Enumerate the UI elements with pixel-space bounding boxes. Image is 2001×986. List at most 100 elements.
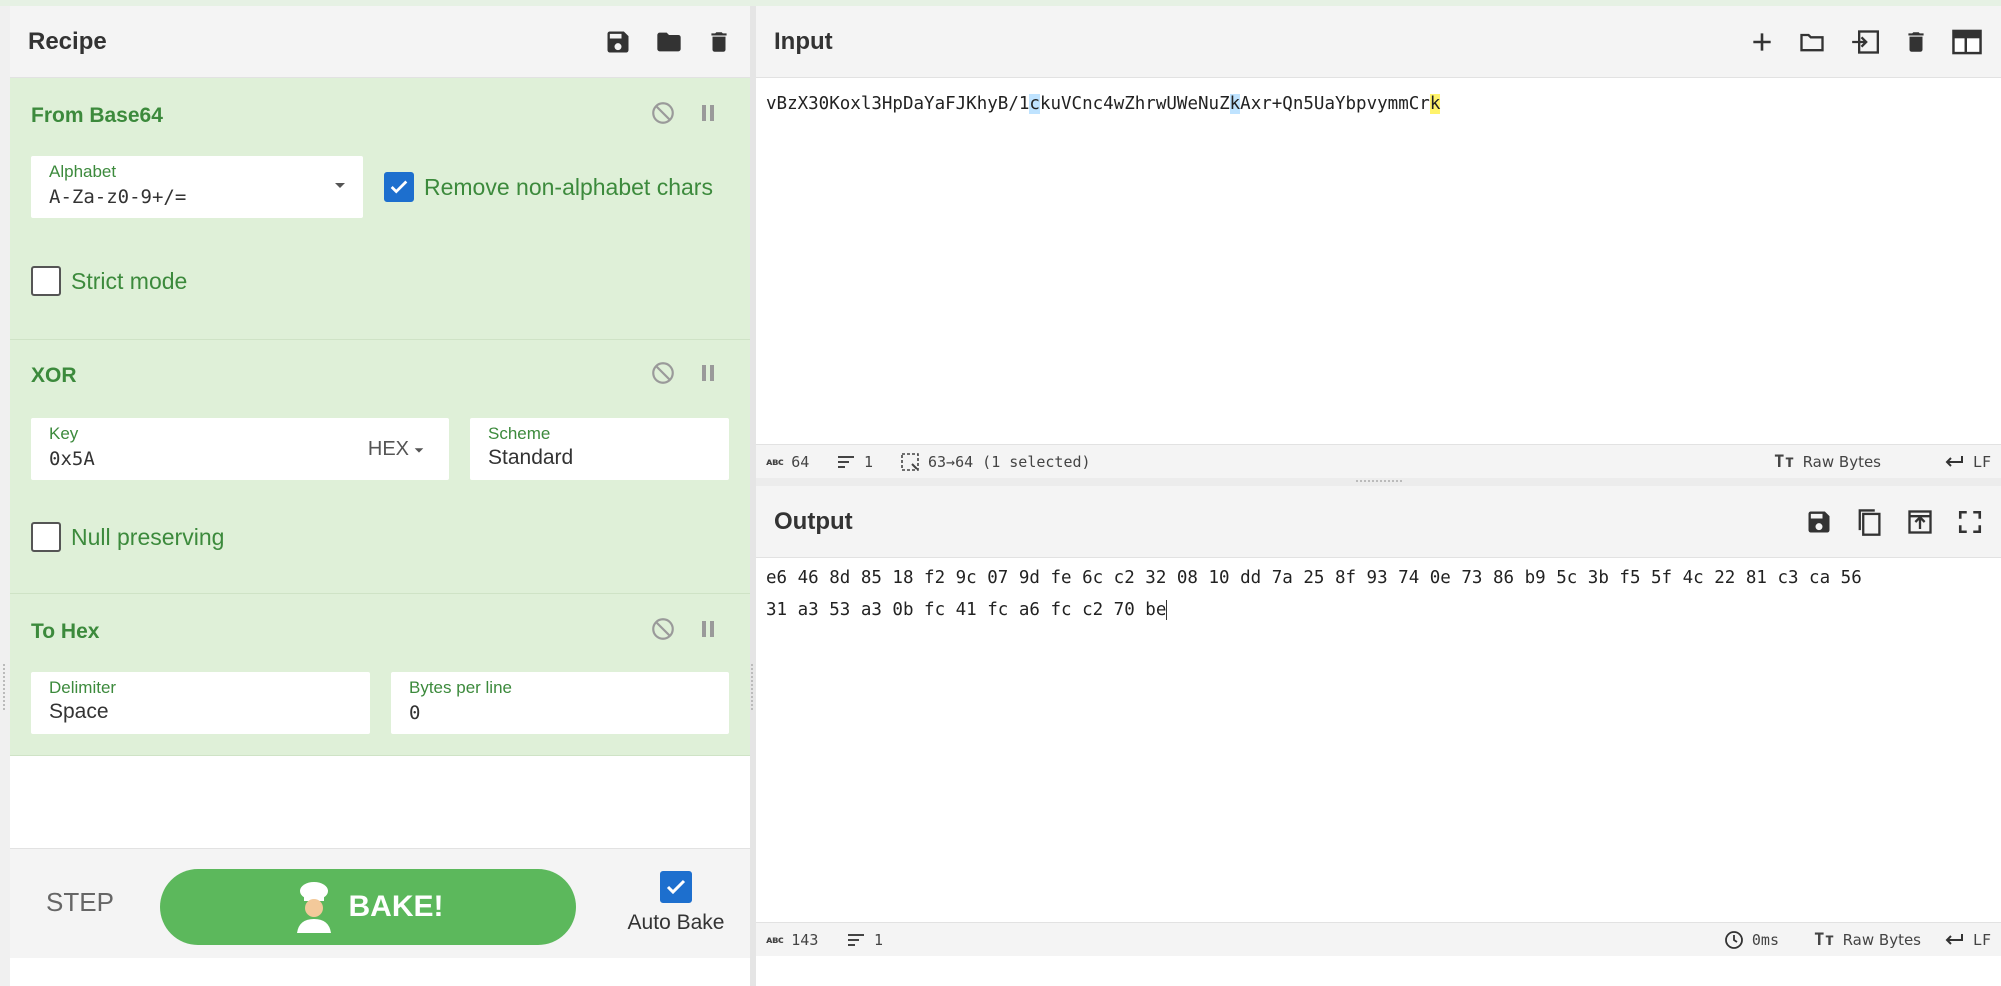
checkbox-checked-icon[interactable] — [384, 172, 414, 202]
output-title: Output — [774, 507, 853, 535]
operation-from-base64[interactable]: From Base64 Alphabet A-Za-z0-9+/= Remove… — [10, 78, 750, 340]
output-eol-value: LF — [1972, 931, 1991, 949]
scheme-value: Standard — [488, 446, 574, 469]
plus-icon[interactable] — [1749, 29, 1775, 55]
disable-icon[interactable] — [650, 100, 676, 126]
save-icon[interactable] — [1805, 508, 1833, 536]
return-icon — [1945, 934, 1963, 945]
output-encoding-value: Raw Bytes — [1842, 931, 1921, 949]
input-eol[interactable]: LF — [1943, 445, 1991, 479]
input-encoding[interactable]: Tт Raw Bytes — [1774, 445, 1881, 479]
input-panel: Input vBzX30Koxl3HpDaYaFJKhyB/1ckuVCnc4w… — [756, 6, 2001, 478]
recipe-header: Recipe — [10, 6, 750, 78]
pause-icon[interactable] — [698, 618, 718, 640]
lines-icon — [848, 934, 864, 946]
input-eol-value: LF — [1972, 453, 1991, 471]
checkbox-unchecked-icon[interactable] — [31, 522, 61, 552]
input-selection-value: 63→64 (1 selected) — [928, 453, 1091, 471]
text-format-icon: Tт — [1814, 930, 1835, 950]
lines-icon — [838, 456, 854, 468]
replace-input-icon[interactable] — [1905, 508, 1935, 536]
splitter-grip[interactable] — [1356, 480, 1402, 482]
output-line: 31 a3 53 a3 0b fc 41 fc a6 fc c2 70 be — [766, 600, 1167, 620]
key-value: 0x5A — [49, 448, 95, 470]
scheme-select[interactable]: Scheme Standard — [470, 418, 729, 480]
output-encoding[interactable]: Tт Raw Bytes — [1814, 923, 1921, 957]
strict-mode-toggle[interactable]: Strict mode — [31, 266, 187, 296]
output-lines: 1 — [846, 923, 883, 957]
input-statusbar: ᴀʙᴄ 64 1 63→64 (1 selected) Tт Raw Bytes… — [756, 444, 2001, 478]
null-preserving-toggle[interactable]: Null preserving — [31, 522, 224, 552]
bake-button[interactable]: BAKE! — [160, 869, 576, 945]
input-text-segment: Axr+Qn5UaYbpvymmCr — [1240, 94, 1430, 114]
length-icon: ᴀʙᴄ — [766, 456, 784, 468]
input-highlight: k — [1229, 94, 1241, 114]
chef-icon — [293, 881, 335, 933]
operation-to-hex[interactable]: To Hex Delimiter Space Bytes per line 0 — [10, 594, 750, 756]
return-icon — [1945, 456, 1963, 467]
input-length: ᴀʙᴄ 64 — [766, 445, 809, 479]
bytes-per-line-input[interactable]: Bytes per line 0 — [391, 672, 729, 734]
checkbox-checked-icon[interactable] — [660, 871, 692, 903]
caret-down-icon — [414, 447, 424, 453]
left-gutter — [0, 6, 10, 986]
operation-xor[interactable]: XOR Key 0x5A HEX Scheme Standard Null pr… — [10, 340, 750, 594]
copy-icon[interactable] — [1855, 507, 1883, 537]
auto-bake-toggle[interactable]: Auto Bake — [616, 871, 736, 935]
fullscreen-icon[interactable] — [1957, 509, 1983, 535]
operation-title: XOR — [31, 364, 77, 387]
output-lines-value: 1 — [874, 931, 884, 949]
alphabet-select[interactable]: Alphabet A-Za-z0-9+/= — [31, 156, 363, 218]
scheme-label: Scheme — [488, 424, 551, 443]
folder-icon[interactable] — [654, 28, 684, 56]
io-splitter[interactable] — [756, 478, 2001, 486]
input-title: Input — [774, 27, 833, 55]
input-lines-value: 1 — [864, 453, 874, 471]
layout-icon[interactable] — [1951, 28, 1983, 56]
open-folder-icon[interactable] — [1797, 28, 1827, 56]
output-text[interactable]: e6 46 8d 85 18 f2 9c 07 9d fe 6c c2 32 0… — [766, 562, 1862, 626]
key-format-dropdown[interactable]: HEX — [368, 438, 425, 461]
alphabet-label: Alphabet — [49, 162, 117, 181]
input-text-segment: vBzX30Koxl3HpDaYaFJKhyB/1 — [766, 94, 1030, 114]
disable-icon[interactable] — [650, 616, 676, 642]
operation-title: To Hex — [31, 620, 100, 643]
pause-icon[interactable] — [698, 102, 718, 124]
output-eol[interactable]: LF — [1943, 923, 1991, 957]
checkbox-unchecked-icon[interactable] — [31, 266, 61, 296]
resize-grip[interactable] — [751, 664, 754, 710]
text-format-icon: Tт — [1774, 452, 1795, 472]
delimiter-select[interactable]: Delimiter Space — [31, 672, 370, 734]
input-highlight: c — [1029, 94, 1040, 114]
input-header: Input — [756, 6, 2001, 78]
pause-icon[interactable] — [698, 362, 718, 384]
null-preserving-label: Null preserving — [71, 523, 225, 550]
input-lines: 1 — [836, 445, 873, 479]
step-button[interactable]: STEP — [46, 887, 114, 918]
caret-down-icon — [333, 180, 347, 190]
save-icon[interactable] — [604, 28, 632, 56]
key-label: Key — [49, 424, 79, 443]
output-length: ᴀʙᴄ 143 — [766, 923, 818, 957]
bake-controls: STEP BAKE! Auto Bake — [10, 848, 750, 958]
auto-bake-label: Auto Bake — [627, 911, 725, 934]
disable-icon[interactable] — [650, 360, 676, 386]
output-line: e6 46 8d 85 18 f2 9c 07 9d fe 6c c2 32 0… — [766, 568, 1862, 588]
key-input[interactable]: Key 0x5A HEX — [31, 418, 449, 480]
remove-non-alphabet-toggle[interactable]: Remove non-alphabet chars — [384, 172, 713, 202]
input-selection: k — [1429, 94, 1441, 114]
bake-label: BAKE! — [348, 890, 444, 923]
alphabet-value: A-Za-z0-9+/= — [49, 186, 187, 208]
output-time: 0ms — [1724, 923, 1779, 957]
input-textarea[interactable]: vBzX30Koxl3HpDaYaFJKhyB/1ckuVCnc4wZhrwUW… — [766, 88, 1441, 120]
import-icon[interactable] — [1849, 28, 1881, 56]
output-header: Output — [756, 486, 2001, 558]
recipe-panel: Recipe From Base64 Alphabet A-Za-z0-9+/=… — [0, 6, 752, 986]
clock-icon — [1725, 931, 1743, 949]
length-icon: ᴀʙᴄ — [766, 934, 784, 946]
trash-icon[interactable] — [1903, 28, 1929, 56]
input-selection-info: 63→64 (1 selected) — [900, 445, 1091, 479]
trash-icon[interactable] — [706, 28, 732, 56]
delimiter-value: Space — [49, 700, 109, 723]
resize-grip[interactable] — [3, 664, 6, 710]
